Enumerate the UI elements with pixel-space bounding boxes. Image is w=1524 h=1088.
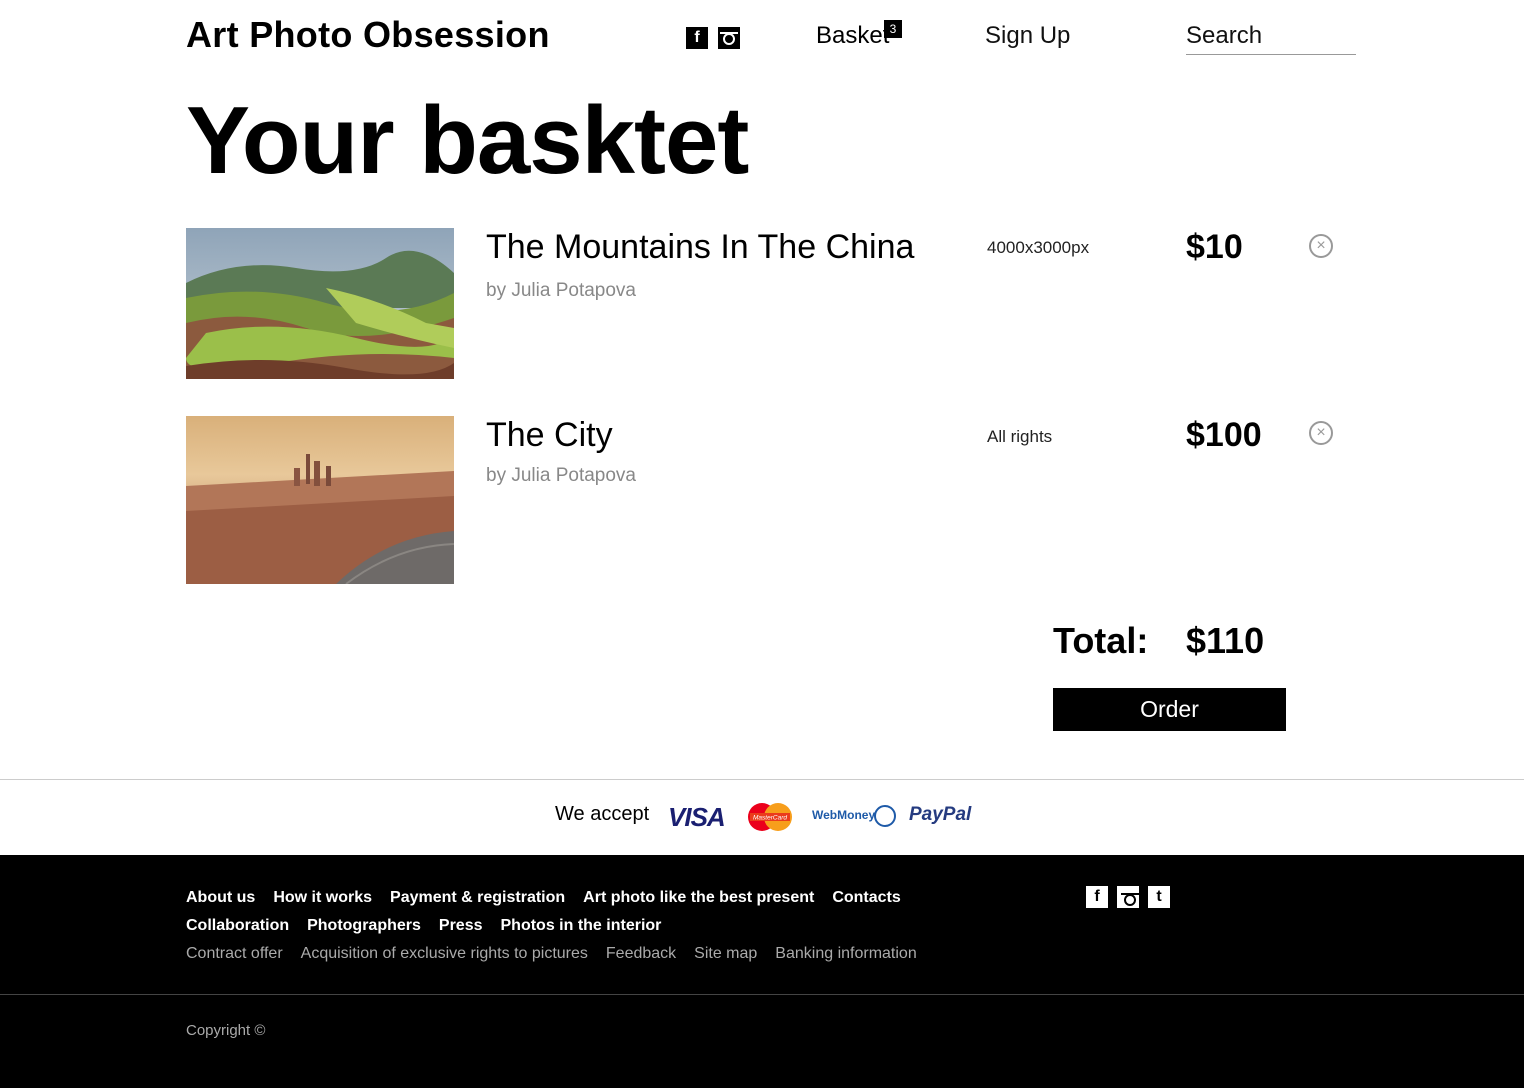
divider — [0, 779, 1524, 780]
basket-item: The City by Julia Potapova All rights $1… — [186, 416, 1356, 584]
mastercard-logo: MasterCard — [746, 802, 794, 832]
item-spec: 4000x3000px — [987, 238, 1090, 257]
item-price: $100 — [1186, 416, 1262, 454]
item-title[interactable]: The Mountains In The China — [486, 228, 914, 267]
footer-link-interior[interactable]: Photos in the interior — [501, 917, 662, 935]
instagram-icon[interactable] — [1117, 886, 1139, 908]
site-logo[interactable]: Art Photo Obsession — [186, 14, 550, 56]
header-social-links: f — [686, 27, 740, 49]
close-icon: × — [1316, 424, 1326, 441]
item-thumbnail-mountains[interactable] — [186, 228, 454, 379]
footer-link-collaboration[interactable]: Collaboration — [186, 917, 289, 935]
footer: About us How it works Payment & registra… — [0, 855, 1524, 1088]
basket-link[interactable]: Basket — [816, 22, 889, 50]
basket-count-badge: 3 — [884, 20, 902, 38]
footer-nav-primary: About us How it works Payment & registra… — [186, 889, 901, 907]
close-icon: × — [1316, 237, 1326, 254]
signup-link[interactable]: Sign Up — [985, 22, 1070, 50]
footer-link-feedback[interactable]: Feedback — [606, 945, 676, 963]
facebook-icon[interactable]: f — [1086, 886, 1108, 908]
search-input[interactable] — [1186, 22, 1356, 55]
webmoney-globe-icon — [874, 805, 896, 827]
footer-nav-tertiary: Contract offer Acquisition of exclusive … — [186, 945, 917, 963]
item-price: $10 — [1186, 228, 1243, 266]
footer-link-site-map[interactable]: Site map — [694, 945, 757, 963]
item-author[interactable]: by Julia Potapova — [486, 280, 636, 302]
footer-social-links: f t — [1086, 886, 1170, 908]
footer-link-press[interactable]: Press — [439, 917, 483, 935]
item-author[interactable]: by Julia Potapova — [486, 465, 636, 487]
footer-nav-secondary: Collaboration Photographers Press Photos… — [186, 917, 661, 935]
footer-link-photographers[interactable]: Photographers — [307, 917, 421, 935]
footer-link-exclusive-rights[interactable]: Acquisition of exclusive rights to pictu… — [301, 945, 588, 963]
total-value: $110 — [1186, 620, 1265, 661]
facebook-icon[interactable]: f — [686, 27, 708, 49]
footer-link-contract-offer[interactable]: Contract offer — [186, 945, 283, 963]
basket-item: The Mountains In The China by Julia Pota… — [186, 228, 1356, 379]
footer-link-contacts[interactable]: Contacts — [832, 889, 900, 907]
order-button[interactable]: Order — [1053, 688, 1286, 731]
instagram-icon[interactable] — [718, 27, 740, 49]
remove-item-button[interactable]: × — [1309, 421, 1333, 445]
webmoney-logo: WebMoney — [812, 808, 876, 822]
footer-link-how-it-works[interactable]: How it works — [273, 889, 372, 907]
footer-link-payment[interactable]: Payment & registration — [390, 889, 565, 907]
total-label: Total: — [1053, 620, 1149, 661]
we-accept-label: We accept — [555, 803, 650, 825]
copyright: Copyright © — [186, 1022, 266, 1039]
item-thumbnail-city[interactable] — [186, 416, 454, 584]
item-title[interactable]: The City — [486, 416, 613, 455]
footer-divider — [0, 994, 1524, 995]
tumblr-icon[interactable]: t — [1148, 886, 1170, 908]
footer-link-best-present[interactable]: Art photo like the best present — [583, 889, 814, 907]
remove-item-button[interactable]: × — [1309, 234, 1333, 258]
footer-link-banking[interactable]: Banking information — [775, 945, 916, 963]
paypal-logo: PayPal — [909, 804, 972, 825]
visa-logo: VISA — [668, 802, 726, 832]
page-title: Your basktet — [186, 87, 749, 194]
item-spec: All rights — [987, 427, 1053, 446]
footer-link-about[interactable]: About us — [186, 889, 255, 907]
mastercard-text: MasterCard — [753, 815, 787, 822]
